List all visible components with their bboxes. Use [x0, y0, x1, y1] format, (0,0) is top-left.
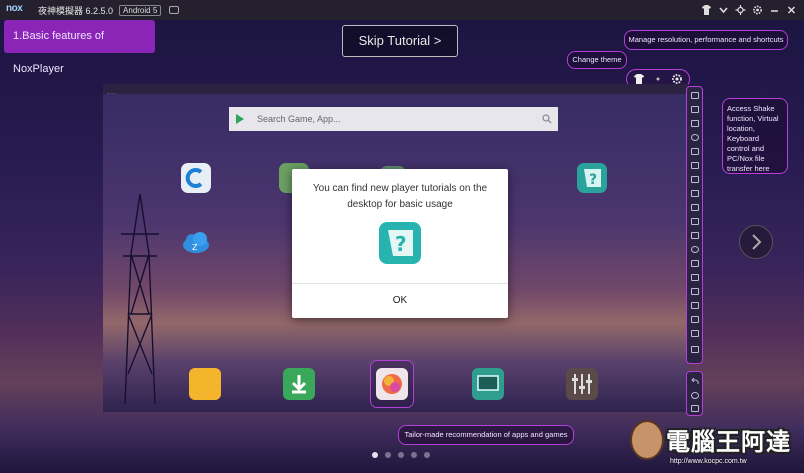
- screen-app-icon[interactable]: [472, 368, 504, 400]
- svg-text:?: ?: [395, 232, 407, 256]
- volume-up-icon[interactable]: [691, 176, 699, 183]
- more-icon[interactable]: [691, 330, 699, 337]
- side-toolbar: [686, 86, 703, 364]
- location-icon[interactable]: [691, 134, 699, 141]
- search-icon[interactable]: [542, 114, 552, 124]
- page-dot[interactable]: [385, 452, 391, 458]
- nav-toolbar: [686, 371, 703, 416]
- cloud-app-icon[interactable]: Z: [181, 229, 211, 257]
- skip-tutorial-button[interactable]: Skip Tutorial >: [342, 25, 458, 57]
- mascot-face-icon: [630, 420, 664, 460]
- search-placeholder: Search Game, App...: [257, 114, 341, 124]
- watermark: 電腦王阿達 http://www.kocpc.com.tw: [630, 420, 802, 472]
- shake-icon[interactable]: [691, 246, 699, 253]
- back-icon[interactable]: [691, 378, 699, 385]
- tailor-gallery-icon[interactable]: [376, 368, 408, 400]
- exit-icon[interactable]: [691, 346, 699, 353]
- screenshot-tool-icon[interactable]: [691, 302, 699, 309]
- tutorial-step-label: 1.Basic features of NoxPlayer: [4, 20, 155, 75]
- minimize-icon[interactable]: [766, 3, 783, 17]
- camera-icon[interactable]: [691, 106, 699, 113]
- svg-text:Z: Z: [192, 243, 198, 252]
- page-dot[interactable]: [424, 452, 430, 458]
- keyboard-icon[interactable]: [691, 148, 699, 155]
- gear-icon[interactable]: [749, 3, 766, 17]
- page-dot[interactable]: [411, 452, 417, 458]
- emulator-titlebar: nox: [103, 84, 688, 99]
- file-manager-icon[interactable]: [189, 368, 221, 400]
- tutorial-question-icon[interactable]: ?: [577, 163, 607, 193]
- callout-theme: Change theme: [567, 51, 627, 69]
- install-apk-icon[interactable]: [691, 232, 699, 239]
- ok-button[interactable]: OK: [292, 284, 508, 318]
- play-store-icon: [236, 114, 244, 124]
- next-page-arrow-icon[interactable]: [739, 225, 773, 259]
- multi-instance-icon[interactable]: [691, 260, 699, 267]
- download-icon[interactable]: [283, 368, 315, 400]
- callout-tailor: Tailor-made recommendation of apps and g…: [398, 425, 574, 445]
- pin-icon[interactable]: [732, 3, 749, 17]
- file-transfer-icon[interactable]: [691, 274, 699, 281]
- watermark-url: http://www.kocpc.com.tw: [670, 458, 747, 465]
- page-dot[interactable]: [372, 452, 378, 458]
- volume-down-icon[interactable]: [691, 190, 699, 197]
- android-version-badge: Android 5: [119, 4, 162, 16]
- mute-icon[interactable]: [691, 204, 699, 211]
- watermark-brand: 電腦王阿達: [666, 428, 791, 456]
- delete-app-icon[interactable]: [691, 218, 699, 225]
- app-dock: [155, 360, 615, 408]
- resize-icon[interactable]: [691, 316, 699, 323]
- c-browser-icon[interactable]: [181, 163, 211, 193]
- callout-resolution: Manage resolution, performance and short…: [624, 30, 788, 50]
- settings-equalizer-icon[interactable]: [566, 368, 598, 400]
- chevron-down-icon[interactable]: [715, 3, 732, 17]
- scissors-icon[interactable]: [691, 120, 699, 127]
- nox-logo: nox: [6, 3, 23, 14]
- fullscreen-icon[interactable]: [691, 162, 699, 169]
- trash-icon[interactable]: [691, 92, 699, 99]
- close-icon[interactable]: [783, 3, 800, 17]
- title-bar: nox 夜神模擬器 6.2.5.0 Android 5: [0, 0, 804, 20]
- dialog-message: You can find new player tutorials on the…: [312, 183, 488, 210]
- app-title: 夜神模擬器 6.2.5.0: [38, 5, 114, 16]
- pagination-dots: [372, 452, 430, 458]
- tutorial-question-icon: ?: [379, 222, 421, 264]
- screenshot-icon[interactable]: [169, 6, 180, 14]
- recent-apps-icon[interactable]: [691, 405, 699, 412]
- home-icon[interactable]: [691, 392, 699, 399]
- svg-text:?: ?: [589, 172, 597, 188]
- callout-shake: Access Shake function, Virtual location,…: [722, 98, 788, 174]
- recorder-icon[interactable]: [691, 288, 699, 295]
- window-controls: [698, 3, 800, 17]
- tutorial-dialog: You can find new player tutorials on the…: [292, 169, 508, 318]
- shirt-icon[interactable]: [698, 3, 715, 17]
- dot-separator-icon: [655, 76, 661, 82]
- google-play-search-bar[interactable]: Search Game, App...: [229, 107, 558, 131]
- page-dot[interactable]: [398, 452, 404, 458]
